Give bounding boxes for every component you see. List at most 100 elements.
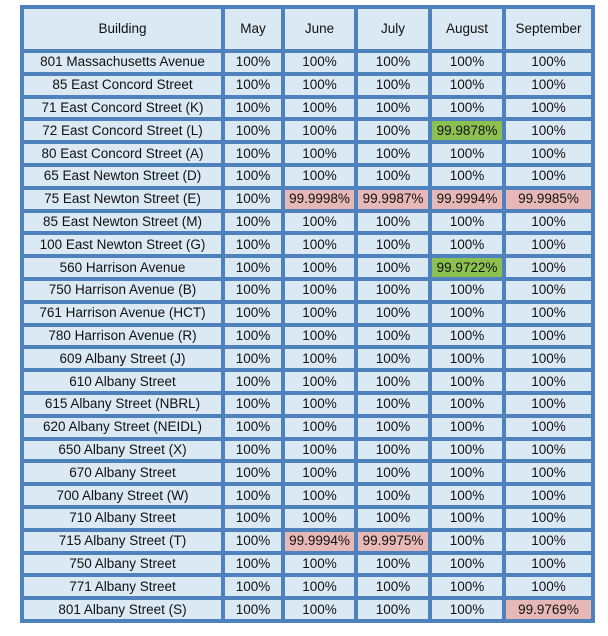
building-name-cell: 700 Albany Street (W): [24, 486, 221, 505]
uptime-cell-may: 100%: [225, 235, 281, 255]
uptime-cell-august: 100%: [432, 554, 502, 574]
uptime-cell-july: 100%: [358, 486, 428, 505]
uptime-cell-september: 100%: [506, 212, 591, 232]
building-name-cell: 100 East Newton Street (G): [24, 235, 221, 255]
building-name-cell: 750 Albany Street: [24, 554, 221, 574]
uptime-cell-may: 100%: [225, 75, 281, 95]
uptime-cell-august: 100%: [432, 463, 502, 483]
uptime-cell-june: 100%: [285, 258, 354, 277]
table-row: 700 Albany Street (W) 100% 100% 100% 100% 100…: [24, 486, 591, 505]
uptime-cell-may: 100%: [225, 463, 281, 483]
uptime-cell-may: 100%: [225, 486, 281, 505]
header-july: July: [358, 9, 428, 49]
uptime-cell-august-highlight-green: 99.9878%: [432, 121, 502, 141]
uptime-cell-september: 100%: [506, 486, 591, 505]
table-row: 750 Albany Street 100% 100% 100% 100% 100%: [24, 554, 591, 574]
uptime-cell-june: 100%: [285, 235, 354, 255]
table-row: 710 Albany Street 100% 100% 100% 100% 100%: [24, 508, 591, 528]
table-row: 65 East Newton Street (D) 100% 100% 100% 100…: [24, 166, 591, 186]
table-row: 71 East Concord Street (K) 100% 100% 100% 10…: [24, 98, 591, 118]
uptime-cell-may: 100%: [225, 554, 281, 574]
table-row: 670 Albany Street 100% 100% 100% 100% 100%: [24, 463, 591, 483]
uptime-cell-september: 100%: [506, 417, 591, 437]
uptime-cell-may: 100%: [225, 326, 281, 346]
uptime-cell-august: 100%: [432, 303, 502, 323]
uptime-cell-may: 100%: [225, 600, 281, 619]
uptime-cell-august: 100%: [432, 600, 502, 619]
table-row: 609 Albany Street (J) 100% 100% 100% 100% 100…: [24, 349, 591, 369]
building-name-cell: 615 Albany Street (NBRL): [24, 394, 221, 414]
header-september: September: [506, 9, 591, 49]
table-row: 650 Albany Street (X) 100% 100% 100% 100% 100…: [24, 440, 591, 460]
uptime-cell-september: 100%: [506, 508, 591, 528]
uptime-cell-september: 100%: [506, 372, 591, 391]
uptime-cell-may: 100%: [225, 144, 281, 163]
building-name-cell: 771 Albany Street: [24, 577, 221, 597]
table-row: 75 East Newton Street (E) 100% 99.9998% 99.…: [24, 189, 591, 209]
uptime-cell-july: 100%: [358, 98, 428, 118]
uptime-cell-july: 100%: [358, 121, 428, 141]
uptime-cell-august-highlight-green: 99.9722%: [432, 258, 502, 277]
uptime-cell-july-highlight-red: 99.9987%: [358, 189, 428, 209]
uptime-cell-september: 100%: [506, 463, 591, 483]
building-name-cell: 71 East Concord Street (K): [24, 98, 221, 118]
uptime-cell-june: 100%: [285, 577, 354, 597]
uptime-cell-august: 100%: [432, 53, 502, 72]
uptime-cell-may: 100%: [225, 189, 281, 209]
uptime-cell-september: 100%: [506, 531, 591, 551]
uptime-cell-may: 100%: [225, 166, 281, 186]
uptime-cell-june: 100%: [285, 508, 354, 528]
uptime-cell-july: 100%: [358, 144, 428, 163]
uptime-cell-june-highlight-red: 99.9998%: [285, 189, 354, 209]
uptime-cell-may: 100%: [225, 303, 281, 323]
table-row: 615 Albany Street (NBRL) 100% 100% 100% 100%…: [24, 394, 591, 414]
uptime-cell-july: 100%: [358, 258, 428, 277]
uptime-cell-may: 100%: [225, 394, 281, 414]
uptime-cell-may: 100%: [225, 417, 281, 437]
uptime-cell-june: 100%: [285, 53, 354, 72]
uptime-cell-may: 100%: [225, 440, 281, 460]
uptime-cell-july: 100%: [358, 280, 428, 300]
uptime-cell-september: 100%: [506, 53, 591, 72]
uptime-cell-august: 100%: [432, 280, 502, 300]
uptime-cell-august-highlight-red: 99.9994%: [432, 189, 502, 209]
uptime-cell-september: 100%: [506, 98, 591, 118]
uptime-cell-september: 100%: [506, 326, 591, 346]
uptime-cell-september: 100%: [506, 440, 591, 460]
uptime-cell-july: 100%: [358, 463, 428, 483]
uptime-cell-may: 100%: [225, 372, 281, 391]
uptime-cell-july: 100%: [358, 417, 428, 437]
uptime-cell-july: 100%: [358, 554, 428, 574]
uptime-cell-september: 100%: [506, 554, 591, 574]
uptime-cell-august: 100%: [432, 417, 502, 437]
uptime-cell-may: 100%: [225, 508, 281, 528]
building-name-cell: 780 Harrison Avenue (R): [24, 326, 221, 346]
building-name-cell: 620 Albany Street (NEIDL): [24, 417, 221, 437]
building-name-cell: 65 East Newton Street (D): [24, 166, 221, 186]
uptime-cell-september: 100%: [506, 144, 591, 163]
table-row: 801 Albany Street (S) 100% 100% 100% 100% 99.…: [24, 600, 591, 619]
table-row: 610 Albany Street 100% 100% 100% 100% 100%: [24, 372, 591, 391]
uptime-cell-august: 100%: [432, 166, 502, 186]
uptime-table: Building May June July August September …: [20, 5, 595, 623]
uptime-cell-may: 100%: [225, 280, 281, 300]
uptime-cell-june: 100%: [285, 121, 354, 141]
uptime-cell-july: 100%: [358, 600, 428, 619]
uptime-cell-may: 100%: [225, 212, 281, 232]
uptime-cell-september: 100%: [506, 349, 591, 369]
uptime-cell-may: 100%: [225, 121, 281, 141]
uptime-cell-september: 100%: [506, 75, 591, 95]
uptime-cell-july: 100%: [358, 75, 428, 95]
building-name-cell: 761 Harrison Avenue (HCT): [24, 303, 221, 323]
uptime-cell-august: 100%: [432, 235, 502, 255]
table-row: 85 East Concord Street 100% 100% 100% 100% 10…: [24, 75, 591, 95]
uptime-cell-july: 100%: [358, 372, 428, 391]
header-may: May: [225, 9, 281, 49]
building-name-cell: 609 Albany Street (J): [24, 349, 221, 369]
building-name-cell: 80 East Concord Street (A): [24, 144, 221, 163]
uptime-cell-june: 100%: [285, 486, 354, 505]
uptime-cell-september-highlight-red: 99.9769%: [506, 600, 591, 619]
table-row: 85 East Newton Street (M) 100% 100% 100% 100…: [24, 212, 591, 232]
building-name-cell: 801 Albany Street (S): [24, 600, 221, 619]
table-row: 780 Harrison Avenue (R) 100% 100% 100% 100% 1…: [24, 326, 591, 346]
